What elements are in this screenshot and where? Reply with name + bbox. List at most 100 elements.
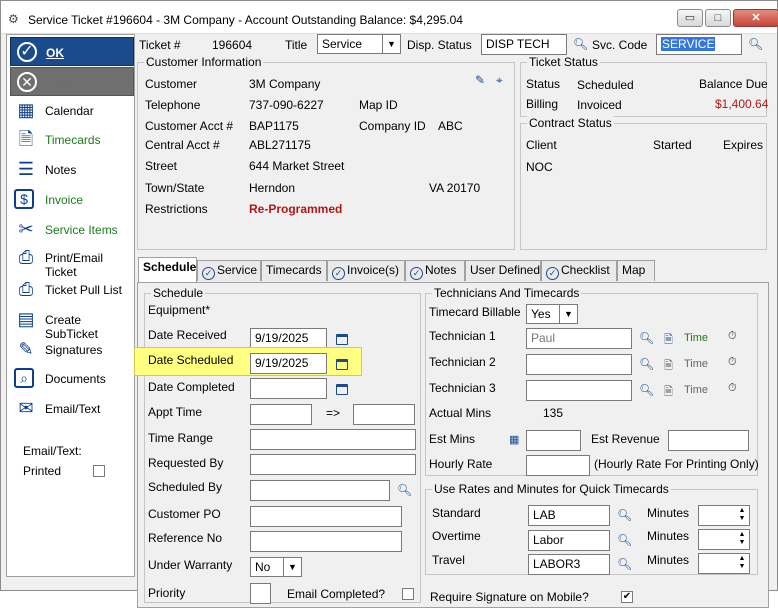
x-circle-icon: ✕ (17, 72, 37, 92)
email-icon: ✉ (18, 398, 34, 418)
reference-no-field[interactable] (250, 531, 402, 552)
sidebar-item-print-email-ticket[interactable]: ⎙ Print/Email Ticket (10, 243, 134, 279)
printer-icon: ⎙ (18, 247, 34, 267)
tab-map[interactable]: Map (617, 260, 655, 281)
sidebar-item-documents[interactable]: ⌕ Documents (10, 364, 134, 393)
travel-field[interactable]: LABOR3 (528, 554, 610, 575)
sidebar-item-invoice[interactable]: $ Invoice (10, 185, 134, 214)
telephone-label: Telephone (145, 98, 201, 112)
maximize-button[interactable]: □ (705, 9, 731, 27)
tab-timecards[interactable]: Timecards (261, 260, 327, 281)
tab-checklist[interactable]: ✓ Checklist (541, 260, 617, 281)
under-warranty-select[interactable]: No ▼ (250, 557, 302, 577)
require-signature-checkbox[interactable]: ✔ (621, 591, 633, 603)
minimize-button[interactable]: ▭ (677, 9, 703, 27)
close-button[interactable]: ✕ (733, 9, 778, 27)
requested-by-field[interactable] (250, 454, 416, 475)
printed-checkbox[interactable] (93, 465, 105, 477)
email-completed-checkbox[interactable] (402, 588, 414, 600)
sidebar: ✓ OK ✕ Cancel ▦ Calendar 🗎 Timecards ☰ N… (6, 34, 135, 577)
spinner-arrows-icon[interactable]: ▲ ▼ (736, 555, 748, 572)
sidebar-item-label: Service Items (45, 223, 118, 237)
tab-label: Timecards (266, 263, 322, 277)
disp-status-search-icon[interactable]: 🔍︎ (573, 37, 588, 51)
ok-button[interactable]: ✓ OK (10, 37, 134, 66)
quick-rates-group: Use Rates and Minutes for Quick Timecard… (425, 482, 758, 575)
svc-code-field[interactable]: SERVICE (656, 34, 742, 55)
technician-1-search-icon[interactable]: 🔍︎ (639, 331, 654, 345)
technician-2-time-link[interactable]: Time (684, 358, 708, 370)
stopwatch-icon[interactable]: ⏱ (728, 382, 737, 395)
state-zip-value: VA 20170 (429, 181, 481, 195)
customer-po-field[interactable] (250, 506, 402, 527)
disp-status-field[interactable]: DISP TECH (481, 34, 567, 55)
map-pin-icon[interactable]: ⌖ (496, 73, 503, 88)
cancel-label: Cancel (46, 76, 84, 90)
ticket-number-value: 196604 (212, 38, 253, 52)
billing-label: Billing (526, 97, 559, 111)
subticket-icon: ▤ (17, 309, 35, 329)
spinner-arrows-icon[interactable]: ▲ ▼ (736, 507, 748, 524)
technician-2-field[interactable] (526, 354, 632, 375)
appt-time-end-field[interactable] (353, 404, 415, 425)
hourly-rate-field[interactable] (526, 455, 590, 476)
time-range-label: Time Range (148, 431, 213, 445)
overtime-field[interactable]: Labor (528, 530, 610, 551)
scheduled-by-field[interactable] (250, 480, 390, 501)
svc-code-search-icon[interactable]: 🔍︎ (748, 37, 763, 51)
sidebar-item-ticket-pull-list[interactable]: ⎙ Ticket Pull List (10, 275, 134, 304)
calendar-icon[interactable] (336, 359, 348, 370)
check-circle-icon: ✓ (546, 267, 559, 280)
technician-1-field[interactable]: Paul (526, 328, 632, 349)
est-revenue-field[interactable] (668, 430, 749, 451)
client-label: Client (526, 138, 557, 152)
sidebar-item-notes[interactable]: ☰ Notes (10, 155, 134, 184)
standard-search-icon[interactable]: 🔍︎ (617, 508, 632, 522)
customer-information-group: Customer Information Customer 3M Company… (137, 55, 515, 250)
calendar-icon[interactable] (336, 384, 348, 395)
est-mins-field[interactable] (526, 430, 581, 451)
actual-mins-value: 135 (543, 406, 564, 420)
overtime-search-icon[interactable]: 🔍︎ (617, 533, 632, 547)
tab-notes[interactable]: ✓ Notes (405, 260, 465, 281)
chevron-down-icon: ▼ (283, 558, 301, 576)
tab-invoices[interactable]: ✓ Invoice(s) (327, 260, 405, 281)
stopwatch-icon[interactable]: ⏱ (728, 330, 737, 343)
standard-minutes-spinner[interactable]: ▲ ▼ (698, 505, 750, 526)
overtime-minutes-spinner[interactable]: ▲ ▼ (698, 529, 750, 550)
time-range-field[interactable] (250, 429, 416, 450)
sidebar-item-calendar[interactable]: ▦ Calendar (10, 96, 134, 125)
sidebar-item-timecards[interactable]: 🗎 Timecards (10, 125, 134, 154)
technician-3-field[interactable] (526, 380, 632, 401)
priority-field[interactable] (250, 583, 271, 604)
technician-2-search-icon[interactable]: 🔍︎ (639, 357, 654, 371)
sidebar-item-email-text[interactable]: ✉ Email/Text (10, 394, 134, 423)
technician-3-search-icon[interactable]: 🔍︎ (639, 383, 654, 397)
appt-time-start-field[interactable] (250, 404, 312, 425)
sidebar-item-signatures[interactable]: ✎ Signatures (10, 335, 134, 364)
travel-minutes-spinner[interactable]: ▲ ▼ (698, 553, 750, 574)
spinner-arrows-icon[interactable]: ▲ ▼ (736, 531, 748, 548)
date-received-field[interactable]: 9/19/2025 (250, 328, 327, 349)
tab-service[interactable]: ✓ Service (197, 260, 261, 281)
edit-pencil-icon[interactable]: ✎ (475, 73, 485, 87)
travel-label: Travel (432, 553, 465, 567)
timecard-billable-select[interactable]: Yes ▼ (526, 304, 578, 324)
title-select[interactable]: Service ▼ (317, 34, 401, 54)
sidebar-item-service-items[interactable]: ✂ Service Items (10, 215, 134, 244)
calendar-icon[interactable] (336, 334, 348, 345)
date-scheduled-field[interactable]: 9/19/2025 (250, 353, 327, 374)
travel-search-icon[interactable]: 🔍︎ (617, 557, 632, 571)
cancel-button[interactable]: ✕ Cancel (10, 67, 134, 96)
svc-code-label: Svc. Code (592, 38, 648, 52)
date-completed-field[interactable] (250, 378, 327, 399)
technician-1-time-link[interactable]: Time (684, 332, 708, 344)
sidebar-item-create-subticket[interactable]: ▤ Create SubTicket (10, 305, 134, 341)
technician-3-time-link[interactable]: Time (684, 384, 708, 396)
tab-schedule[interactable]: Schedule (138, 257, 197, 282)
calculator-icon[interactable]: ▦ (509, 433, 519, 446)
tab-user-defined[interactable]: User Defined (465, 260, 541, 281)
stopwatch-icon[interactable]: ⏱ (728, 356, 737, 369)
scheduled-by-search-icon[interactable]: 🔍︎ (397, 483, 412, 497)
standard-field[interactable]: LAB (528, 505, 610, 526)
